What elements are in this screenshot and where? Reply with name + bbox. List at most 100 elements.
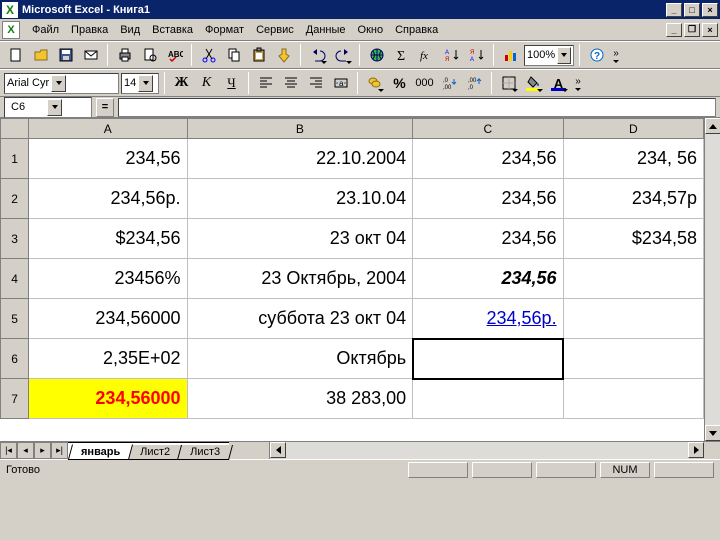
cell[interactable]: 22.10.2004 <box>187 139 413 179</box>
tab-last-button[interactable]: ▸| <box>51 442 68 459</box>
tab-first-button[interactable]: |◂ <box>0 442 17 459</box>
formula-input[interactable] <box>118 98 716 117</box>
menu-file[interactable]: Файл <box>26 22 65 38</box>
cut-button[interactable] <box>197 44 220 66</box>
comma-button[interactable]: 000 <box>413 72 436 94</box>
doc-restore-button[interactable]: ❐ <box>684 23 700 37</box>
col-header-C[interactable]: C <box>413 119 563 139</box>
tab-prev-button[interactable]: ◂ <box>17 442 34 459</box>
maximize-button[interactable]: □ <box>684 3 700 17</box>
open-button[interactable] <box>29 44 52 66</box>
hyperlink-button[interactable] <box>365 44 388 66</box>
align-right-button[interactable] <box>304 72 327 94</box>
sheet-tab[interactable]: Лист2 <box>127 445 183 460</box>
close-button[interactable]: × <box>702 3 718 17</box>
col-header-A[interactable]: A <box>29 119 187 139</box>
doc-minimize-button[interactable]: _ <box>666 23 682 37</box>
minimize-button[interactable]: _ <box>666 3 682 17</box>
redo-button[interactable] <box>331 44 354 66</box>
cell[interactable]: суббота 23 окт 04 <box>187 299 413 339</box>
currency-button[interactable] <box>363 72 386 94</box>
cell[interactable]: 23.10.04 <box>187 179 413 219</box>
sort-asc-button[interactable]: АЯ <box>440 44 463 66</box>
underline-button[interactable]: Ч <box>220 72 243 94</box>
menu-data[interactable]: Данные <box>300 22 352 38</box>
scroll-right-button[interactable] <box>688 442 704 458</box>
new-button[interactable] <box>4 44 27 66</box>
font-color-button[interactable]: A <box>547 72 570 94</box>
percent-button[interactable]: % <box>388 72 411 94</box>
spellcheck-button[interactable]: ABC <box>163 44 186 66</box>
scroll-track[interactable] <box>705 134 720 425</box>
bold-button[interactable]: Ж <box>170 72 193 94</box>
toolbar-overflow[interactable] <box>610 44 622 66</box>
undo-button[interactable] <box>306 44 329 66</box>
row-header-7[interactable]: 7 <box>1 379 29 419</box>
increase-decimal-button[interactable]: ,0,00 <box>438 72 461 94</box>
cell[interactable] <box>563 379 703 419</box>
row-header-3[interactable]: 3 <box>1 219 29 259</box>
cell[interactable] <box>563 259 703 299</box>
name-box[interactable]: C6 <box>4 97 92 118</box>
select-all-corner[interactable] <box>1 119 29 139</box>
menu-insert[interactable]: Вставка <box>146 22 199 38</box>
menu-view[interactable]: Вид <box>114 22 146 38</box>
print-preview-button[interactable] <box>138 44 161 66</box>
col-header-D[interactable]: D <box>563 119 703 139</box>
menu-edit[interactable]: Правка <box>65 22 114 38</box>
merge-center-button[interactable]: a <box>329 72 352 94</box>
cell[interactable]: 234,56 <box>413 219 563 259</box>
vertical-scrollbar[interactable] <box>704 118 720 441</box>
scroll-left-button[interactable] <box>270 442 286 458</box>
cell[interactable]: 234,56 <box>29 139 187 179</box>
cell[interactable]: 234, 56 <box>563 139 703 179</box>
row-header-1[interactable]: 1 <box>1 139 29 179</box>
sheet-tab[interactable]: Лист3 <box>177 445 233 460</box>
help-button[interactable]: ? <box>585 44 608 66</box>
row-header-4[interactable]: 4 <box>1 259 29 299</box>
email-button[interactable] <box>79 44 102 66</box>
cell[interactable] <box>563 339 703 379</box>
menu-format[interactable]: Формат <box>199 22 250 38</box>
format-painter-button[interactable] <box>272 44 295 66</box>
cell[interactable]: 234,56р. <box>29 179 187 219</box>
scroll-down-button[interactable] <box>705 425 720 441</box>
copy-button[interactable] <box>222 44 245 66</box>
cell[interactable]: 38 283,00 <box>187 379 413 419</box>
cell[interactable]: $234,56 <box>29 219 187 259</box>
row-header-2[interactable]: 2 <box>1 179 29 219</box>
cell[interactable]: $234,58 <box>563 219 703 259</box>
print-button[interactable] <box>113 44 136 66</box>
cell[interactable]: 234,56 <box>413 259 563 299</box>
cell[interactable]: 23456% <box>29 259 187 299</box>
cell[interactable] <box>413 379 563 419</box>
doc-close-button[interactable]: × <box>702 23 718 37</box>
menu-help[interactable]: Справка <box>389 22 444 38</box>
cell[interactable]: 234,56 <box>413 179 563 219</box>
fill-color-button[interactable] <box>522 72 545 94</box>
cell[interactable]: 234,57р <box>563 179 703 219</box>
cell[interactable]: 234,56р. <box>413 299 563 339</box>
format-toolbar-overflow[interactable] <box>572 72 584 94</box>
cell[interactable]: 234,56000 <box>29 299 187 339</box>
cell[interactable]: 234,56000 <box>29 379 187 419</box>
cell[interactable]: 23 Октябрь, 2004 <box>187 259 413 299</box>
decrease-decimal-button[interactable]: ,00,0 <box>463 72 486 94</box>
cell-active[interactable] <box>413 339 563 379</box>
workbook-icon[interactable]: X <box>2 21 20 39</box>
font-name-combo[interactable]: Arial Cyr <box>4 73 119 94</box>
sheet-tab[interactable]: январь <box>68 444 134 460</box>
menu-tools[interactable]: Сервис <box>250 22 300 38</box>
tab-next-button[interactable]: ▸ <box>34 442 51 459</box>
edit-formula-button[interactable]: = <box>96 98 114 117</box>
col-header-B[interactable]: B <box>187 119 413 139</box>
align-left-button[interactable] <box>254 72 277 94</box>
font-size-combo[interactable]: 14 <box>121 73 159 94</box>
zoom-combo[interactable]: 100% <box>524 45 574 66</box>
scroll-up-button[interactable] <box>705 118 720 134</box>
cell[interactable]: 234,56 <box>413 139 563 179</box>
paste-function-button[interactable]: fx <box>415 44 438 66</box>
menu-window[interactable]: Окно <box>352 22 390 38</box>
cell[interactable] <box>563 299 703 339</box>
italic-button[interactable]: К <box>195 72 218 94</box>
